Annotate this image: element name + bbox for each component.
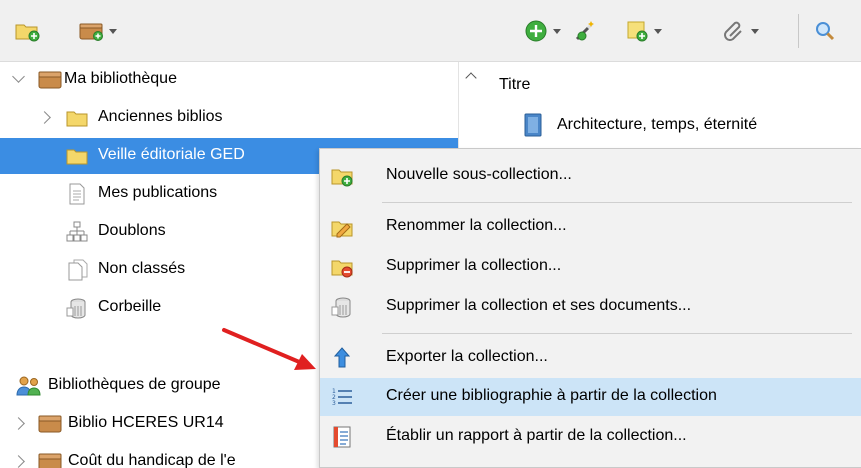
menu-item-delete-collection[interactable]: Supprimer la collection...	[320, 248, 861, 286]
tree-item-label: Anciennes biblios	[98, 108, 223, 125]
column-header-title[interactable]: Titre	[459, 62, 861, 106]
new-item-icon	[525, 20, 547, 42]
new-note-button[interactable]	[625, 17, 662, 45]
menu-separator	[382, 333, 852, 334]
toolbar-separator	[798, 14, 799, 48]
duplicates-icon	[66, 221, 88, 242]
item-row[interactable]: Architecture, temps, éternité	[523, 110, 757, 140]
tree-item-label: Doublons	[98, 222, 166, 239]
collapse-arrow-icon[interactable]	[12, 70, 25, 83]
expand-arrow-icon[interactable]	[12, 417, 25, 430]
new-library-button[interactable]	[78, 17, 117, 45]
context-menu: Nouvelle sous-collection... Renommer la …	[319, 148, 861, 468]
tree-item-label: Ma bibliothèque	[64, 70, 177, 87]
red-arrow-annotation	[222, 328, 316, 370]
new-collection-button[interactable]	[14, 17, 40, 45]
library-icon	[38, 415, 62, 433]
attachment-button[interactable]	[722, 17, 759, 45]
tree-item-corbeille[interactable]: Corbeille	[0, 290, 318, 326]
menu-item-create-bibliography[interactable]: 1 2 3 Créer une bibliographie à partir d…	[320, 378, 861, 416]
folder-icon	[66, 111, 88, 127]
search-icon	[816, 22, 835, 41]
dropdown-caret-icon	[654, 28, 662, 34]
document-icon	[69, 183, 85, 205]
menu-item-new-subcollection[interactable]: Nouvelle sous-collection...	[320, 157, 861, 195]
export-icon	[333, 347, 351, 368]
new-library-icon	[79, 23, 103, 41]
svg-text:3: 3	[332, 400, 336, 407]
group-icon	[16, 376, 41, 396]
expand-arrow-icon[interactable]	[38, 111, 51, 124]
menu-item-label: Établir un rapport à partir de la collec…	[386, 427, 687, 444]
dropdown-caret-icon	[751, 28, 759, 34]
menu-item-label: Exporter la collection...	[386, 348, 548, 365]
folder-icon	[66, 149, 88, 165]
menu-item-label: Supprimer la collection et ses documents…	[386, 297, 692, 314]
report-icon	[333, 426, 351, 448]
tree-item-label: Coût du handicap de l'e	[68, 452, 236, 468]
menu-item-delete-collection-and-items[interactable]: Supprimer la collection et ses documents…	[320, 288, 861, 326]
tree-item-cout-du-handicap[interactable]: Coût du handicap de l'e	[0, 444, 318, 468]
new-collection-icon	[15, 24, 40, 42]
tree-item-biblio-hceres[interactable]: Biblio HCERES UR14	[0, 406, 318, 442]
search-button[interactable]	[813, 17, 837, 45]
unfiled-icon	[68, 259, 88, 281]
tree-item-non-classes[interactable]: Non classés	[0, 252, 318, 288]
rename-icon	[331, 221, 353, 238]
add-by-identifier-button[interactable]	[573, 17, 597, 45]
book-icon	[524, 113, 542, 137]
tree-item-mes-publications[interactable]: Mes publications	[0, 176, 318, 212]
menu-item-generate-report[interactable]: Établir un rapport à partir de la collec…	[320, 418, 861, 456]
tree-item-label: Biblio HCERES UR14	[68, 414, 224, 431]
library-icon	[38, 453, 62, 468]
menu-item-label: Renommer la collection...	[386, 217, 567, 234]
menu-item-rename-collection[interactable]: Renommer la collection...	[320, 208, 861, 246]
dropdown-caret-icon	[109, 28, 117, 34]
tree-item-label: Veille éditoriale GED	[98, 146, 245, 163]
menu-item-label: Supprimer la collection...	[386, 257, 562, 274]
new-subcollection-icon	[331, 169, 353, 187]
tree-item-my-library[interactable]: Ma bibliothèque	[0, 62, 458, 98]
menu-item-label: Créer une bibliographie à partir de la c…	[386, 387, 717, 404]
bibliography-icon: 1 2 3	[332, 388, 352, 407]
attachment-icon	[724, 21, 742, 41]
tree-item-doublons[interactable]: Doublons	[0, 214, 318, 250]
library-icon	[38, 71, 62, 89]
toolbar	[0, 0, 861, 62]
menu-item-export-collection[interactable]: Exporter la collection...	[320, 339, 861, 377]
menu-item-label: Nouvelle sous-collection...	[386, 166, 572, 183]
sort-ascending-icon	[465, 72, 477, 84]
column-title-label: Titre	[499, 76, 531, 93]
delete-with-items-icon	[331, 297, 351, 318]
tree-item-anciennes-biblios[interactable]: Anciennes biblios	[0, 100, 458, 136]
expand-arrow-icon[interactable]	[12, 455, 25, 468]
menu-separator	[382, 202, 852, 203]
dropdown-caret-icon	[553, 28, 561, 34]
tree-item-label: Mes publications	[98, 184, 218, 201]
tree-item-label: Corbeille	[98, 298, 162, 315]
trash-icon	[66, 298, 86, 319]
item-title: Architecture, temps, éternité	[557, 116, 758, 133]
add-by-identifier-icon	[575, 21, 594, 41]
delete-collection-icon	[331, 260, 353, 278]
tree-item-label: Bibliothèques de groupe	[48, 376, 221, 393]
new-item-button[interactable]	[524, 17, 561, 45]
tree-item-label: Non classés	[98, 260, 186, 277]
new-note-icon	[627, 21, 648, 42]
